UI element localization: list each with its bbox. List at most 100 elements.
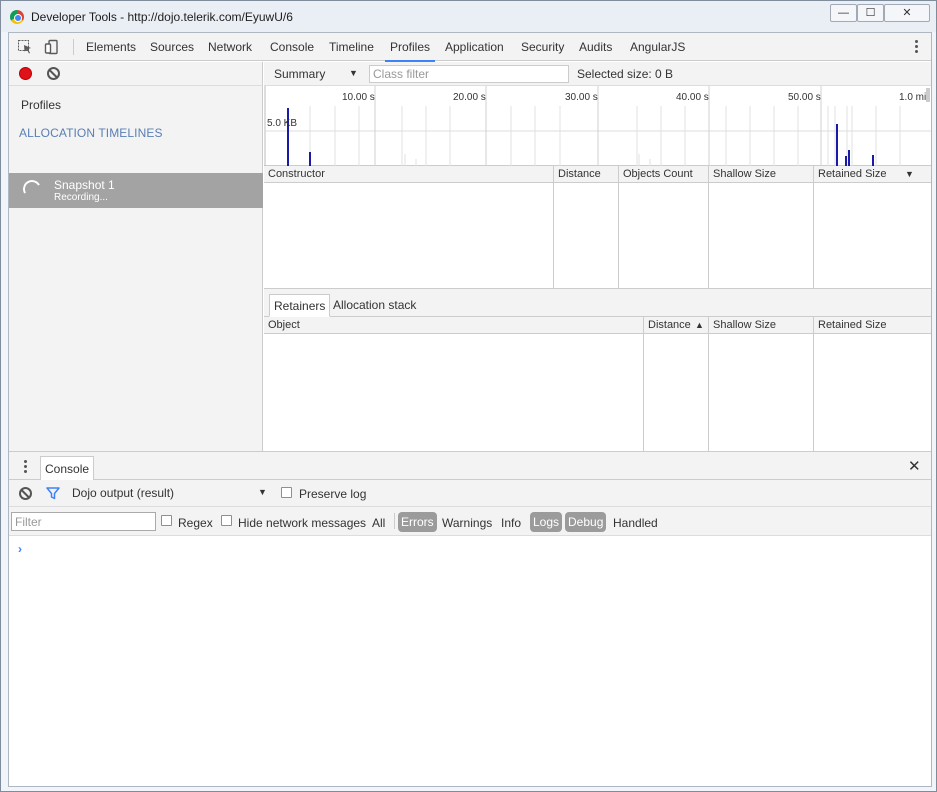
drawer-tab-console[interactable]: Console	[40, 456, 95, 480]
context-dropdown-arrow-icon[interactable]: ▼	[258, 487, 267, 497]
snapshot-title: Snapshot 1	[54, 178, 115, 192]
tick-label-6: 1.0 mi	[899, 92, 926, 103]
inspect-element-icon[interactable]	[17, 39, 33, 55]
record-icon[interactable]	[19, 67, 32, 80]
grid-column-divider	[643, 334, 644, 451]
level-info[interactable]: Info	[501, 516, 521, 530]
selected-size: Selected size: 0 B	[577, 67, 674, 81]
snapshot-status: Recording...	[54, 192, 108, 203]
chrome-logo-icon	[10, 10, 24, 24]
tab-sources[interactable]: Sources	[150, 40, 194, 54]
clear-console-icon[interactable]	[19, 487, 32, 500]
allocation-timelines-heading: ALLOCATION TIMELINES	[19, 126, 163, 140]
device-mode-icon[interactable]	[44, 39, 60, 55]
grid-column-divider	[813, 183, 814, 289]
profiles-section-label: Profiles	[21, 98, 62, 112]
hide-network-checkbox[interactable]	[221, 515, 232, 526]
maximize-button[interactable]: ☐	[857, 4, 884, 22]
col-shallow-size[interactable]: Shallow Size	[709, 317, 814, 334]
level-warnings[interactable]: Warnings	[442, 516, 492, 530]
regex-checkbox[interactable]	[161, 515, 172, 526]
console-filter-bar: Regex Hide network messages All Errors W…	[9, 507, 931, 536]
spinner-icon	[20, 177, 44, 201]
col-constructor[interactable]: Constructor	[264, 166, 554, 183]
timeline-divider-lines	[374, 86, 822, 166]
tab-audits[interactable]: Audits	[579, 40, 612, 54]
col-retained-size[interactable]: Retained Size	[814, 166, 931, 183]
col-shallow-size[interactable]: Shallow Size	[709, 166, 814, 183]
window-title: Developer Tools - http://dojo.telerik.co…	[31, 10, 293, 24]
col-object[interactable]: Object	[264, 317, 644, 334]
console-context-bar: Dojo output (result) ▼ Preserve log	[9, 480, 931, 507]
tick-label-2: 20.00 s	[453, 92, 486, 103]
console-filter-input[interactable]	[11, 512, 156, 531]
drawer-menu-icon[interactable]	[21, 459, 29, 475]
retainers-grid-body[interactable]	[264, 334, 931, 451]
allocation-timeline[interactable]: 10.00 s 20.00 s 30.00 s 40.00 s 50.00 s …	[264, 86, 931, 166]
col-distance[interactable]: Distance	[554, 166, 619, 183]
main-tabbar: Elements Sources Network Console Timelin…	[9, 33, 931, 62]
retainers-tabbar: Retainers Allocation stack	[264, 289, 931, 317]
console-drawer: Console ✕ Dojo output (result) ▼ Preserv…	[9, 451, 931, 786]
retainers-grid-header: Object Distance Shallow Size Retained Si…	[264, 317, 931, 334]
class-filter-input[interactable]	[369, 65, 569, 83]
devtools-root: Elements Sources Network Console Timelin…	[8, 32, 932, 787]
level-handled[interactable]: Handled	[613, 516, 658, 530]
tick-label-1: 10.00 s	[342, 92, 375, 103]
close-drawer-icon[interactable]: ✕	[908, 457, 921, 475]
allocation-bars	[287, 108, 874, 166]
grid-column-divider	[708, 334, 709, 451]
constructor-grid-body[interactable]	[264, 183, 931, 289]
level-errors[interactable]: Errors	[398, 512, 437, 532]
drawer-tabbar: Console ✕	[9, 452, 931, 480]
tab-security[interactable]: Security	[521, 40, 564, 54]
level-logs[interactable]: Logs	[530, 512, 563, 532]
filter-funnel-icon[interactable]	[46, 487, 60, 500]
tick-label-3: 30.00 s	[565, 92, 598, 103]
window-titlebar: Developer Tools - http://dojo.telerik.co…	[1, 1, 936, 32]
tab-timeline[interactable]: Timeline	[329, 40, 374, 54]
level-debug[interactable]: Debug	[565, 512, 607, 532]
tab-elements[interactable]: Elements	[86, 40, 136, 54]
profiles-sidebar: Profiles ALLOCATION TIMELINES Snapshot 1…	[9, 62, 263, 451]
constructor-grid-header: Constructor Distance Objects Count Shall…	[264, 166, 931, 183]
profiles-toolbar	[9, 62, 263, 86]
grid-column-divider	[708, 183, 709, 289]
snapshot-item[interactable]: Snapshot 1 Recording...	[9, 173, 263, 208]
close-window-button[interactable]: ✕	[884, 4, 930, 22]
tab-network[interactable]: Network	[208, 40, 252, 54]
grid-column-divider	[813, 334, 814, 451]
tab-profiles[interactable]: Profiles	[384, 40, 436, 62]
regex-label: Regex	[178, 516, 213, 530]
preserve-log-checkbox[interactable]	[281, 487, 292, 498]
dropdown-arrow-icon[interactable]: ▼	[349, 68, 358, 78]
tick-label-4: 40.00 s	[676, 92, 709, 103]
timeline-svg: 10.00 s 20.00 s 30.00 s 40.00 s 50.00 s …	[264, 86, 931, 166]
preserve-log-label: Preserve log	[299, 487, 367, 501]
customize-menu-icon[interactable]	[909, 39, 923, 55]
heap-toolbar: Summary ▼ Selected size: 0 B	[264, 62, 931, 86]
timeline-scroll-handle[interactable]	[926, 88, 930, 102]
console-prompt-icon[interactable]: ›	[18, 542, 22, 556]
grid-column-divider	[618, 183, 619, 289]
levels-divider	[394, 513, 395, 529]
tab-allocation-stack[interactable]: Allocation stack	[329, 294, 420, 317]
col-retained-size[interactable]: Retained Size	[814, 317, 931, 334]
heap-view: Summary ▼ Selected size: 0 B	[264, 62, 931, 451]
tab-angularjs[interactable]: AngularJS	[630, 40, 685, 54]
tab-application[interactable]: Application	[445, 40, 504, 54]
context-select[interactable]: Dojo output (result)	[72, 486, 174, 500]
hide-network-label: Hide network messages	[238, 516, 367, 530]
minimize-button[interactable]: —	[830, 4, 857, 22]
clear-icon[interactable]	[47, 67, 60, 80]
tab-retainers[interactable]: Retainers	[269, 294, 331, 317]
level-all[interactable]: All	[372, 516, 385, 530]
devtools-window: Developer Tools - http://dojo.telerik.co…	[0, 0, 937, 792]
sort-desc-icon: ▼	[905, 169, 914, 179]
timeline-minor-lines	[309, 106, 901, 166]
col-objects-count[interactable]: Objects Count	[619, 166, 709, 183]
toolbar-divider	[73, 39, 74, 55]
timeline-y-label: 5.0 KB	[267, 118, 297, 129]
tick-label-5: 50.00 s	[788, 92, 821, 103]
tab-console[interactable]: Console	[270, 40, 314, 54]
